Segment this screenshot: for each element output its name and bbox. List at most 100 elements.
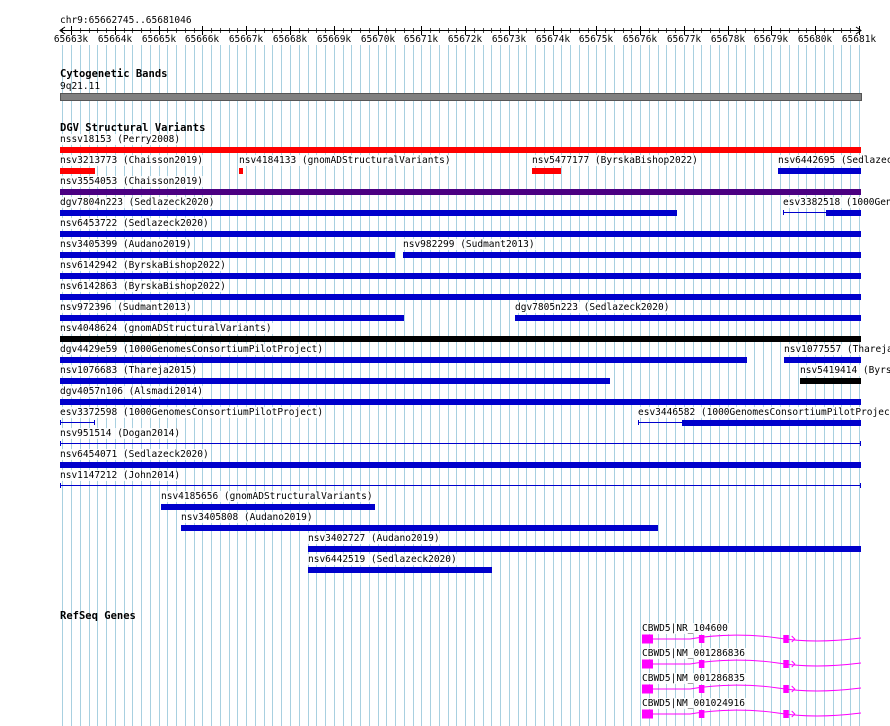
gene-exon	[642, 634, 653, 644]
dgv-feature-bar[interactable]	[60, 252, 395, 258]
dgv-feature-label[interactable]: nsv6453722 (Sedlazeck2020)	[60, 218, 211, 229]
dgv-feature-label[interactable]: dgv7805n223 (Sedlazeck2020)	[515, 302, 672, 313]
gene-exon	[783, 710, 789, 718]
dgv-feature-bar[interactable]	[60, 294, 861, 300]
dgv-feature-label[interactable]: nsv3213773 (Chaisson2019)	[60, 155, 205, 166]
dgv-feature-bar[interactable]	[60, 210, 677, 216]
dgv-feature-label[interactable]: nsv3554053 (Chaisson2019)	[60, 176, 205, 187]
dgv-feature-label[interactable]: dgv4057n106 (Alsmadi2014)	[60, 386, 205, 397]
dgv-feature-label[interactable]: nsv1147212 (John2014)	[60, 470, 183, 481]
dgv-feature-cap	[860, 483, 861, 488]
dgv-feature-bar[interactable]	[784, 357, 861, 363]
dgv-feature-bar[interactable]	[239, 168, 243, 174]
dgv-feature-line[interactable]	[60, 443, 861, 444]
dgv-feature-label[interactable]: nsv6442695 (Sedlazeck2020)	[778, 155, 890, 166]
gene-exon	[642, 684, 653, 694]
dgv-track-title: DGV Structural Variants	[60, 122, 206, 134]
dgv-feature-label[interactable]: nsv1077557 (Thareja2015)	[784, 344, 890, 355]
ruler-tick-label: 65664k	[97, 34, 133, 45]
dgv-feature-bar[interactable]	[60, 231, 861, 237]
gene-model[interactable]	[642, 708, 863, 722]
dgv-feature-bar[interactable]	[308, 546, 861, 552]
gene-model[interactable]	[642, 658, 863, 672]
ruler-tick-label: 65679k	[753, 34, 789, 45]
gene-exon	[783, 635, 789, 643]
gene-model[interactable]	[642, 633, 863, 647]
dgv-feature-label[interactable]: nsv972396 (Sudmant2013)	[60, 302, 194, 313]
dgv-feature-bar[interactable]	[60, 378, 610, 384]
dgv-feature-label[interactable]: nsv4048624 (gnomADStructuralVariants)	[60, 323, 274, 334]
dgv-feature-label[interactable]: esv3372598 (1000GenomesConsortiumPilotPr…	[60, 407, 326, 418]
dgv-feature-bar[interactable]	[532, 168, 561, 174]
dgv-feature-cap	[783, 210, 784, 215]
ruler-tick-label: 65663k	[53, 34, 89, 45]
gene-exon	[783, 660, 789, 668]
dgv-feature-cap	[94, 420, 95, 425]
gene-strand-arrow	[791, 635, 796, 643]
dgv-feature-label[interactable]: nsv5477177 (ByrskaBishop2022)	[532, 155, 700, 166]
dgv-feature-cap	[638, 420, 639, 425]
dgv-feature-bar[interactable]	[60, 357, 747, 363]
dgv-feature-label[interactable]: nsv6142942 (ByrskaBishop2022)	[60, 260, 228, 271]
dgv-feature-bar[interactable]	[60, 399, 861, 405]
dgv-feature-cap	[860, 441, 861, 446]
dgv-feature-bar[interactable]	[403, 252, 861, 258]
dgv-feature-label[interactable]: nsv3405399 (Audano2019)	[60, 239, 194, 250]
dgv-feature-label[interactable]: esv3446582 (1000GenomesConsortiumPilotPr…	[638, 407, 890, 418]
dgv-feature-label[interactable]: nsv6142863 (ByrskaBishop2022)	[60, 281, 228, 292]
dgv-feature-label[interactable]: dgv4429e59 (1000GenomesConsortiumPilotPr…	[60, 344, 326, 355]
ruler-tick-label: 65666k	[184, 34, 220, 45]
ruler-tick-label: 65680k	[797, 34, 833, 45]
dgv-feature-line[interactable]	[60, 485, 861, 486]
genome-browser-view: chr9:65662745..65681046 65663k 65664k 6566…	[0, 0, 890, 726]
gene-model[interactable]	[642, 683, 863, 697]
dgv-feature-label[interactable]: nsv982299 (Sudmant2013)	[403, 239, 537, 250]
dgv-feature-label[interactable]: nsv1076683 (Thareja2015)	[60, 365, 200, 376]
gene-strand-arrow	[791, 685, 796, 693]
gene-exon	[642, 709, 653, 719]
ruler-tick-label: 65673k	[491, 34, 527, 45]
dgv-feature-cap	[60, 441, 61, 446]
ruler-tick-label: 65674k	[535, 34, 571, 45]
dgv-feature-label[interactable]: nsv4184133 (gnomADStructuralVariants)	[239, 155, 453, 166]
cyto-band-label: 9q21.11	[60, 81, 101, 92]
dgv-feature-bar[interactable]	[515, 315, 861, 321]
dgv-feature-label[interactable]: nsv4185656 (gnomADStructuralVariants)	[161, 491, 375, 502]
dgv-feature-bar[interactable]	[308, 567, 492, 573]
dgv-feature-bar[interactable]	[60, 462, 861, 468]
dgv-feature-line[interactable]	[60, 422, 95, 423]
dgv-feature-label[interactable]: nsv6442519 (Sedlazeck2020)	[308, 554, 459, 565]
ruler-tick-label: 65678k	[710, 34, 746, 45]
dgv-feature-label[interactable]: nssv18153 (Perry2008)	[60, 134, 183, 145]
dgv-feature-label[interactable]: nsv5419414 (ByrskaBishop2022)	[800, 365, 890, 376]
gene-exon	[642, 659, 653, 669]
ruler-tick-label: 65667k	[228, 34, 264, 45]
dgv-feature-bar[interactable]	[826, 210, 861, 216]
dgv-feature-bar[interactable]	[800, 378, 861, 384]
dgv-feature-label[interactable]: esv3382518 (1000GenomesConsortiumPilotPr…	[783, 197, 890, 208]
ruler-tick-label: 65681k	[841, 34, 877, 45]
dgv-feature-bar[interactable]	[181, 525, 658, 531]
ruler-tick-label: 65672k	[447, 34, 483, 45]
dgv-feature-label[interactable]: dgv7804n223 (Sedlazeck2020)	[60, 197, 217, 208]
dgv-feature-bar[interactable]	[60, 336, 861, 342]
gene-exon	[698, 635, 705, 643]
dgv-feature-bar[interactable]	[60, 273, 861, 279]
gene-exon	[698, 660, 705, 668]
dgv-feature-bar[interactable]	[60, 315, 404, 321]
dgv-feature-cap	[60, 420, 61, 425]
dgv-feature-bar[interactable]	[60, 147, 861, 153]
dgv-feature-label[interactable]: nsv6454071 (Sedlazeck2020)	[60, 449, 211, 460]
dgv-feature-bar[interactable]	[60, 168, 95, 174]
dgv-feature-label[interactable]: nsv951514 (Dogan2014)	[60, 428, 183, 439]
dgv-feature-bar[interactable]	[161, 504, 375, 510]
dgv-feature-bar[interactable]	[60, 189, 861, 195]
dgv-feature-bar[interactable]	[682, 420, 861, 426]
gene-exon	[698, 685, 705, 693]
gene-exon	[698, 710, 705, 718]
cyto-band-bar[interactable]	[60, 93, 862, 101]
dgv-feature-label[interactable]: nsv3402727 (Audano2019)	[308, 533, 442, 544]
dgv-feature-bar[interactable]	[778, 168, 861, 174]
dgv-feature-label[interactable]: nsv3405808 (Audano2019)	[181, 512, 315, 523]
ruler-tick-label: 65670k	[360, 34, 396, 45]
